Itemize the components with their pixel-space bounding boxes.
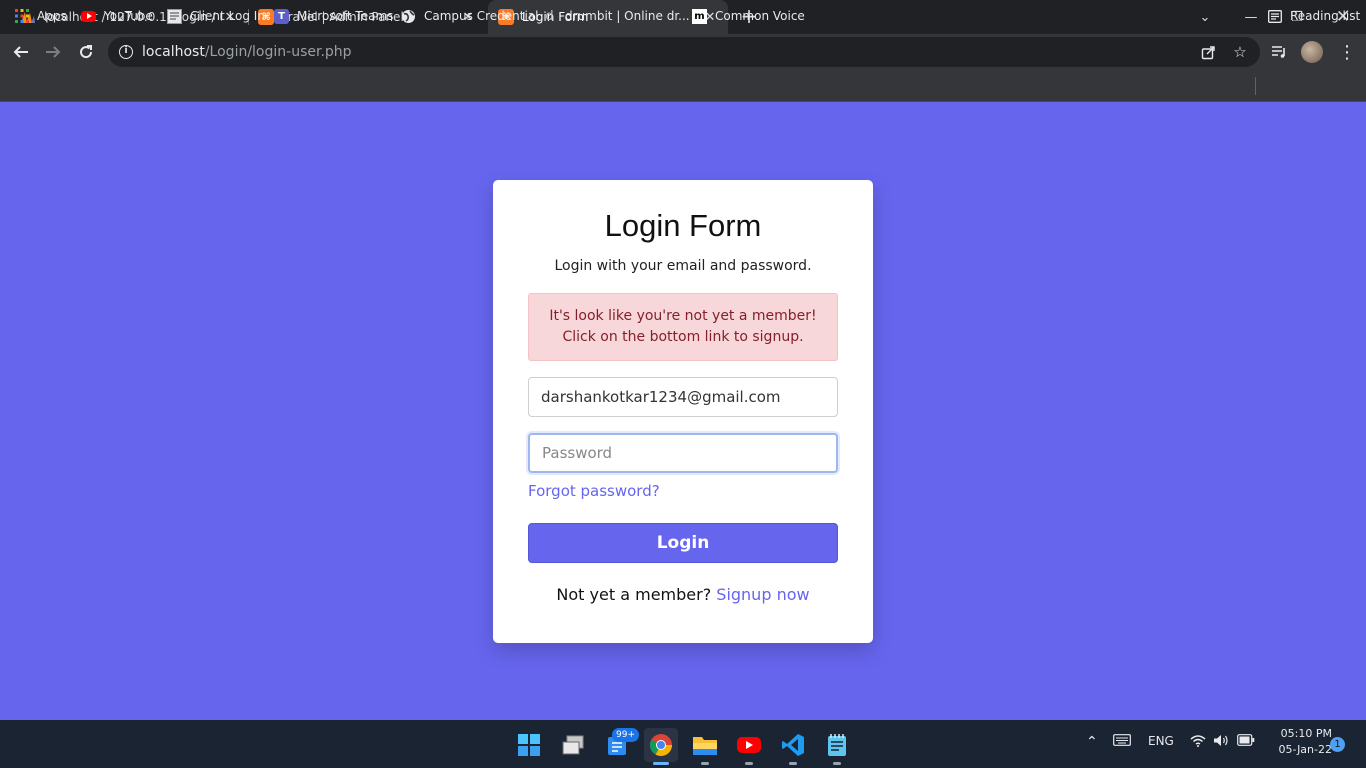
clock-time: 05:10 PM	[1280, 727, 1332, 740]
apps-grid-icon	[14, 9, 29, 24]
bookmark-star-icon[interactable]: ☆	[1230, 42, 1250, 62]
bookmark-label: Common Voice	[715, 9, 805, 23]
bookmark-apps[interactable]: Apps	[14, 6, 67, 26]
chrome-taskbar-icon[interactable]	[644, 728, 678, 765]
address-bar[interactable]: i localhost/Login/login-user.php ☆	[108, 37, 1260, 67]
email-field[interactable]	[528, 377, 838, 417]
site-info-icon[interactable]: i	[119, 45, 133, 59]
running-indicator	[653, 762, 669, 765]
running-indicator	[789, 762, 797, 765]
start-windows-icon[interactable]	[512, 728, 546, 762]
bookmark-drumbit[interactable]: d drumbit | Online dr...	[542, 6, 690, 26]
globe-icon	[401, 9, 416, 24]
wifi-icon[interactable]	[1190, 734, 1206, 750]
bookmarks-divider	[1255, 77, 1256, 95]
bookmark-youtube[interactable]: YouTube	[81, 6, 153, 26]
reload-icon[interactable]	[73, 39, 99, 65]
bookmark-label: Microsoft Teams	[297, 9, 394, 23]
notification-count-badge: 99+	[612, 728, 639, 742]
file-explorer-icon[interactable]	[688, 728, 722, 765]
signup-prompt-text: Not yet a member?	[556, 585, 712, 604]
youtube-icon	[81, 10, 96, 22]
login-button[interactable]: Login	[528, 523, 838, 563]
volume-icon[interactable]	[1213, 734, 1229, 750]
signup-link[interactable]: Signup now	[716, 585, 809, 604]
menu-kebab-icon[interactable]: ⋮	[1334, 39, 1360, 65]
profile-avatar[interactable]	[1301, 41, 1323, 63]
page-title: Login Form	[604, 208, 762, 243]
running-indicator	[701, 762, 709, 765]
bookmark-label: Campus Credential	[424, 9, 539, 23]
language-indicator[interactable]: ENG	[1148, 734, 1174, 748]
forgot-password-link[interactable]: Forgot password?	[528, 482, 660, 500]
not-member-alert: It's look like you're not yet a member! …	[528, 293, 838, 361]
password-field[interactable]	[528, 433, 838, 473]
url-path: /Login/login-user.php	[204, 44, 352, 60]
bookmark-label: drumbit | Online dr...	[565, 9, 690, 23]
vscode-icon[interactable]	[776, 728, 810, 765]
task-view-icon[interactable]	[556, 728, 590, 762]
share-icon[interactable]	[1198, 42, 1218, 62]
system-clock[interactable]: 05:10 PM 05-Jan-22	[1262, 726, 1332, 758]
notepad-icon[interactable]	[820, 728, 854, 765]
reading-list-icon	[1267, 9, 1282, 24]
login-card: Login Form Login with your email and pas…	[493, 180, 873, 643]
bookmark-label: YouTube	[104, 9, 153, 23]
alert-line: It's look like you're not yet a member!	[549, 308, 817, 324]
common-voice-icon: m	[692, 8, 707, 24]
bookmark-client-log-in[interactable]: Client Log In	[167, 6, 265, 26]
show-hidden-icons-chevron-icon[interactable]: ⌃	[1086, 734, 1098, 750]
page-icon	[167, 8, 182, 24]
media-queue-icon[interactable]	[1266, 39, 1292, 65]
reading-list-label: Reading list	[1290, 9, 1361, 23]
url-host: localhost	[142, 44, 205, 60]
login-subtitle: Login with your email and password.	[554, 258, 812, 274]
bookmark-campus-credential[interactable]: Campus Credential	[401, 6, 538, 26]
back-arrow-icon[interactable]	[8, 39, 34, 65]
forward-arrow-icon[interactable]	[40, 39, 66, 65]
bookmark-label: Apps	[37, 9, 67, 23]
battery-icon[interactable]	[1237, 734, 1255, 749]
signup-prompt: Not yet a member? Signup now	[493, 585, 873, 604]
running-indicator	[745, 762, 753, 765]
teams-icon: T	[274, 8, 289, 24]
url-text[interactable]: localhost/Login/login-user.php	[142, 44, 352, 60]
clock-date: 05-Jan-22	[1278, 743, 1332, 756]
alert-line: Click on the bottom link to signup.	[562, 329, 804, 345]
notification-center-badge[interactable]: 1	[1330, 737, 1345, 752]
bookmark-common-voice[interactable]: m Common Voice	[692, 6, 805, 26]
bookmark-label: Client Log In	[190, 9, 265, 23]
running-indicator	[833, 762, 841, 765]
bookmark-microsoft-teams[interactable]: T Microsoft Teams	[274, 6, 393, 26]
keyboard-icon[interactable]	[1113, 734, 1131, 749]
youtube-taskbar-icon[interactable]	[732, 728, 766, 765]
drumbit-icon: d	[545, 8, 554, 24]
bookmarks-bar	[0, 70, 1366, 102]
browser-toolbar: i localhost/Login/login-user.php ☆ ⋮	[0, 34, 1366, 70]
reading-list-button[interactable]: Reading list	[1267, 6, 1360, 26]
tab-search-chevron-icon[interactable]: ⌄	[1182, 0, 1228, 34]
